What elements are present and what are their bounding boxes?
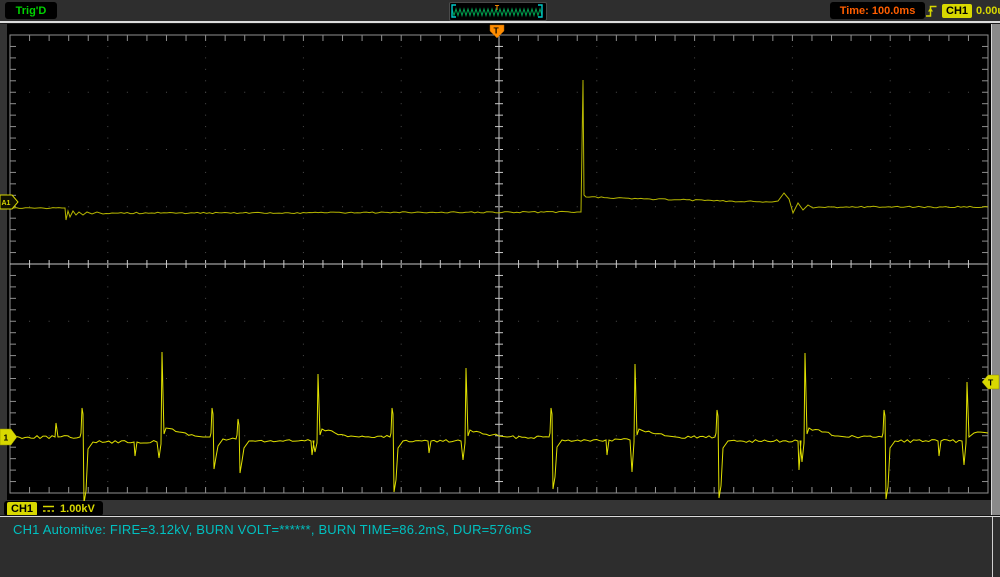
scope-overlay: A1 1 T T: [0, 0, 1000, 577]
window-trace-marker-label: A1: [2, 200, 11, 207]
bottom-panel-right-edge: [992, 517, 993, 577]
channel1-position-marker-label: 1: [4, 433, 9, 443]
trigger-position-marker[interactable]: T: [490, 25, 504, 38]
graticule: [10, 35, 988, 493]
trigger-level-marker[interactable]: T: [982, 375, 999, 389]
channel1-position-marker[interactable]: 1: [0, 429, 17, 445]
channel1-chip: CH1: [7, 502, 37, 516]
dc-coupling-icon: [42, 503, 55, 514]
trigger-position-marker-label: T: [494, 26, 500, 36]
channel1-scale-badge[interactable]: CH1 1.00kV: [4, 501, 103, 516]
trigger-level-marker-label: T: [988, 378, 994, 388]
channel1-scale-value: 1.00kV: [60, 503, 95, 515]
measurement-status-text: CH1 Automitve: FIRE=3.12kV, BURN VOLT=**…: [13, 522, 532, 537]
